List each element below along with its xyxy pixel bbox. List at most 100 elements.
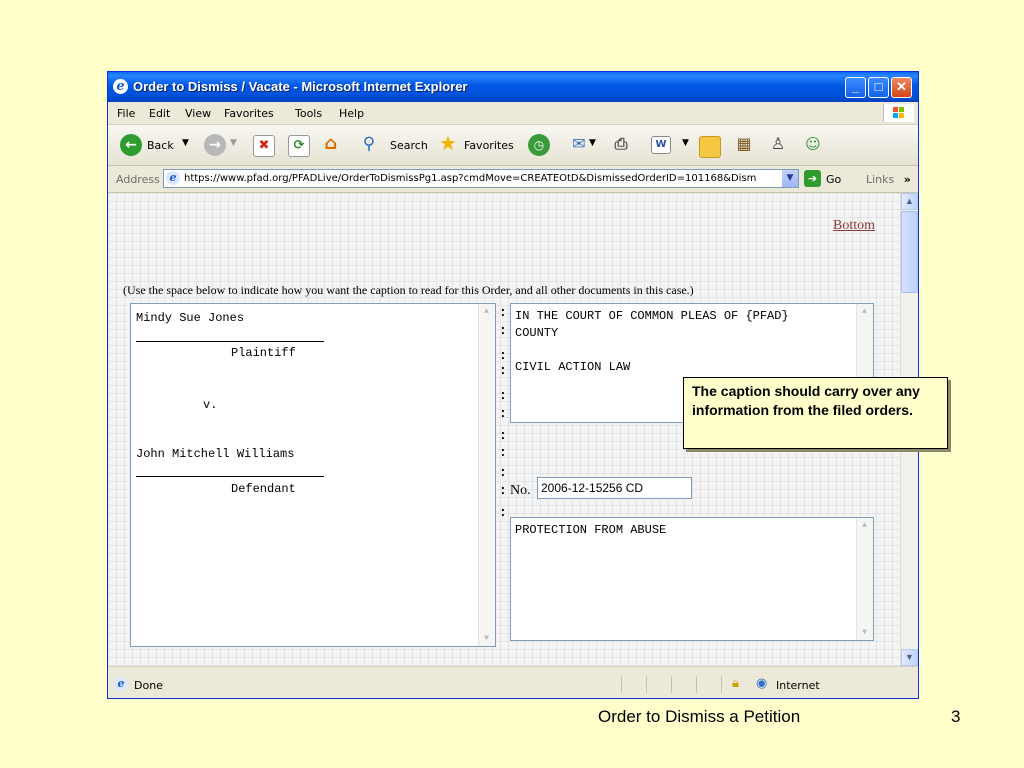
court-line-4: CIVIL ACTION LAW [515,360,631,374]
menu-help[interactable]: Help [339,107,364,120]
menu-edit[interactable]: Edit [149,107,170,120]
status-divider [696,676,697,693]
case-type-textarea[interactable]: PROTECTION FROM ABUSE ▲ ▼ [510,517,874,641]
separator-colon: : [499,445,507,460]
separator-colon: : [499,505,507,520]
go-label: Go [826,173,842,186]
slide-footer: Order to Dismiss a Petition [598,707,801,726]
security-zone: Internet [776,679,820,692]
court-line-2: COUNTY [515,326,559,340]
page-icon: e [166,171,180,185]
scroll-up-icon[interactable]: ▲ [857,304,872,319]
menu-file[interactable]: File [117,107,135,120]
menu-tools[interactable]: Tools [295,107,322,120]
lock-icon: 🔒︎ [732,676,739,691]
separator-colon: : [499,483,507,498]
case-type-text: PROTECTION FROM ABUSE [515,523,667,537]
status-text: Done [134,679,163,692]
slide-page-number: 3 [951,707,961,726]
status-divider [671,676,672,693]
favorites-star-icon[interactable]: ★ [438,133,458,153]
address-input[interactable]: e https://www.pfad.org/PFADLive/OrderToD… [163,169,799,188]
separator-colon: : [499,348,507,363]
forward-arrow-icon[interactable]: → [204,134,226,156]
mail-dropdown-icon[interactable]: ▼ [589,138,596,148]
separator-colon: : [499,406,507,421]
textarea-scrollbar[interactable]: ▲ ▼ [856,518,873,640]
ie-logo-icon: e [113,79,128,94]
separator-colon: : [499,428,507,443]
toolbar: ← Back ▼ → ▼ ✖ ⟳ ⌂ ⚲ Search ★ Favorites … [108,125,918,166]
home-icon[interactable]: ⌂ [321,134,341,154]
plaintiff-rule [136,341,324,342]
defendant-rule [136,476,324,477]
back-button[interactable]: Back [147,139,174,152]
go-arrow-icon: ➔ [804,170,821,187]
chevron-right-icon: » [903,173,911,186]
caption-instruction: (Use the space below to indicate how you… [123,283,694,297]
close-button[interactable]: ✕ [891,77,912,98]
edit-dropdown-icon[interactable]: ▼ [682,138,689,148]
edit-word-icon[interactable]: W [651,136,671,154]
status-page-icon: e [114,677,128,691]
address-dropdown-icon[interactable]: ▼ [782,170,798,187]
defendant-name: John Mitchell Williams [136,447,295,461]
plaintiff-name: Mindy Sue Jones [136,311,245,325]
plaintiff-label: Plaintiff [231,346,296,360]
case-number-label: No. [510,483,531,498]
links-label: Links [866,173,895,186]
page-scroll-down-icon[interactable]: ▼ [901,649,918,666]
scroll-up-icon[interactable]: ▲ [857,518,872,533]
page-scroll-up-icon[interactable]: ▲ [901,193,918,210]
case-number-input[interactable]: 2006-12-15256 CD [537,477,692,499]
forward-dropdown-icon[interactable]: ▼ [230,138,237,148]
callout-note: The caption should carry over any inform… [683,377,948,449]
menu-bar: File Edit View Favorites Tools Help [108,102,918,125]
contacts-icon[interactable]: ☺ [803,134,823,154]
separator-colon: : [499,465,507,480]
research-icon[interactable]: ▦ [734,134,754,154]
bottom-link[interactable]: Bottom [833,218,875,234]
address-url: https://www.pfad.org/PFADLive/OrderToDis… [184,173,757,184]
windows-flag-icon [883,104,914,122]
separator-colon: : [499,305,507,320]
links-button[interactable]: Links » [866,173,911,186]
defendant-label: Defendant [231,482,296,496]
scroll-down-icon[interactable]: ▼ [479,631,494,646]
parties-caption-textarea[interactable]: Mindy Sue Jones Plaintiff v. John Mitche… [130,303,496,647]
status-divider [621,676,622,693]
textarea-scrollbar[interactable]: ▲ ▼ [478,304,495,646]
scroll-up-icon[interactable]: ▲ [479,304,494,319]
status-divider [646,676,647,693]
address-bar: Address e https://www.pfad.org/PFADLive/… [108,166,918,193]
maximize-button[interactable]: □ [868,77,889,98]
separator-colon: : [499,363,507,378]
scroll-down-icon[interactable]: ▼ [857,625,872,640]
menu-view[interactable]: View [185,107,211,120]
history-icon[interactable]: ◷ [528,134,550,156]
refresh-icon[interactable]: ⟳ [288,135,310,157]
discuss-icon[interactable] [699,136,721,158]
status-divider [721,676,722,693]
search-button[interactable]: Search [390,139,428,152]
favorites-button[interactable]: Favorites [464,139,514,152]
versus-text: v. [203,398,218,412]
mail-icon[interactable]: ✉ [569,134,589,154]
window-title: Order to Dismiss / Vacate - Microsoft In… [133,79,468,94]
stop-icon[interactable]: ✖ [253,135,275,157]
address-label: Address [116,173,160,186]
menu-favorites[interactable]: Favorites [224,107,274,120]
title-bar[interactable]: e Order to Dismiss / Vacate - Microsoft … [108,72,918,102]
search-icon[interactable]: ⚲ [359,134,379,154]
status-bar: e Done 🔒︎ ◉ Internet [108,666,918,698]
messenger-icon[interactable]: ♙ [768,134,788,154]
court-line-1: IN THE COURT OF COMMON PLEAS OF {PFAD} [515,309,789,323]
print-icon[interactable]: ⎙ [611,134,631,154]
scroll-thumb[interactable] [901,211,918,293]
back-arrow-icon[interactable]: ← [120,134,142,156]
minimize-button[interactable]: _ [845,77,866,98]
back-dropdown-icon[interactable]: ▼ [182,138,189,148]
separator-colon: : [499,388,507,403]
separator-colon: : [499,323,507,338]
globe-icon: ◉ [756,676,768,691]
